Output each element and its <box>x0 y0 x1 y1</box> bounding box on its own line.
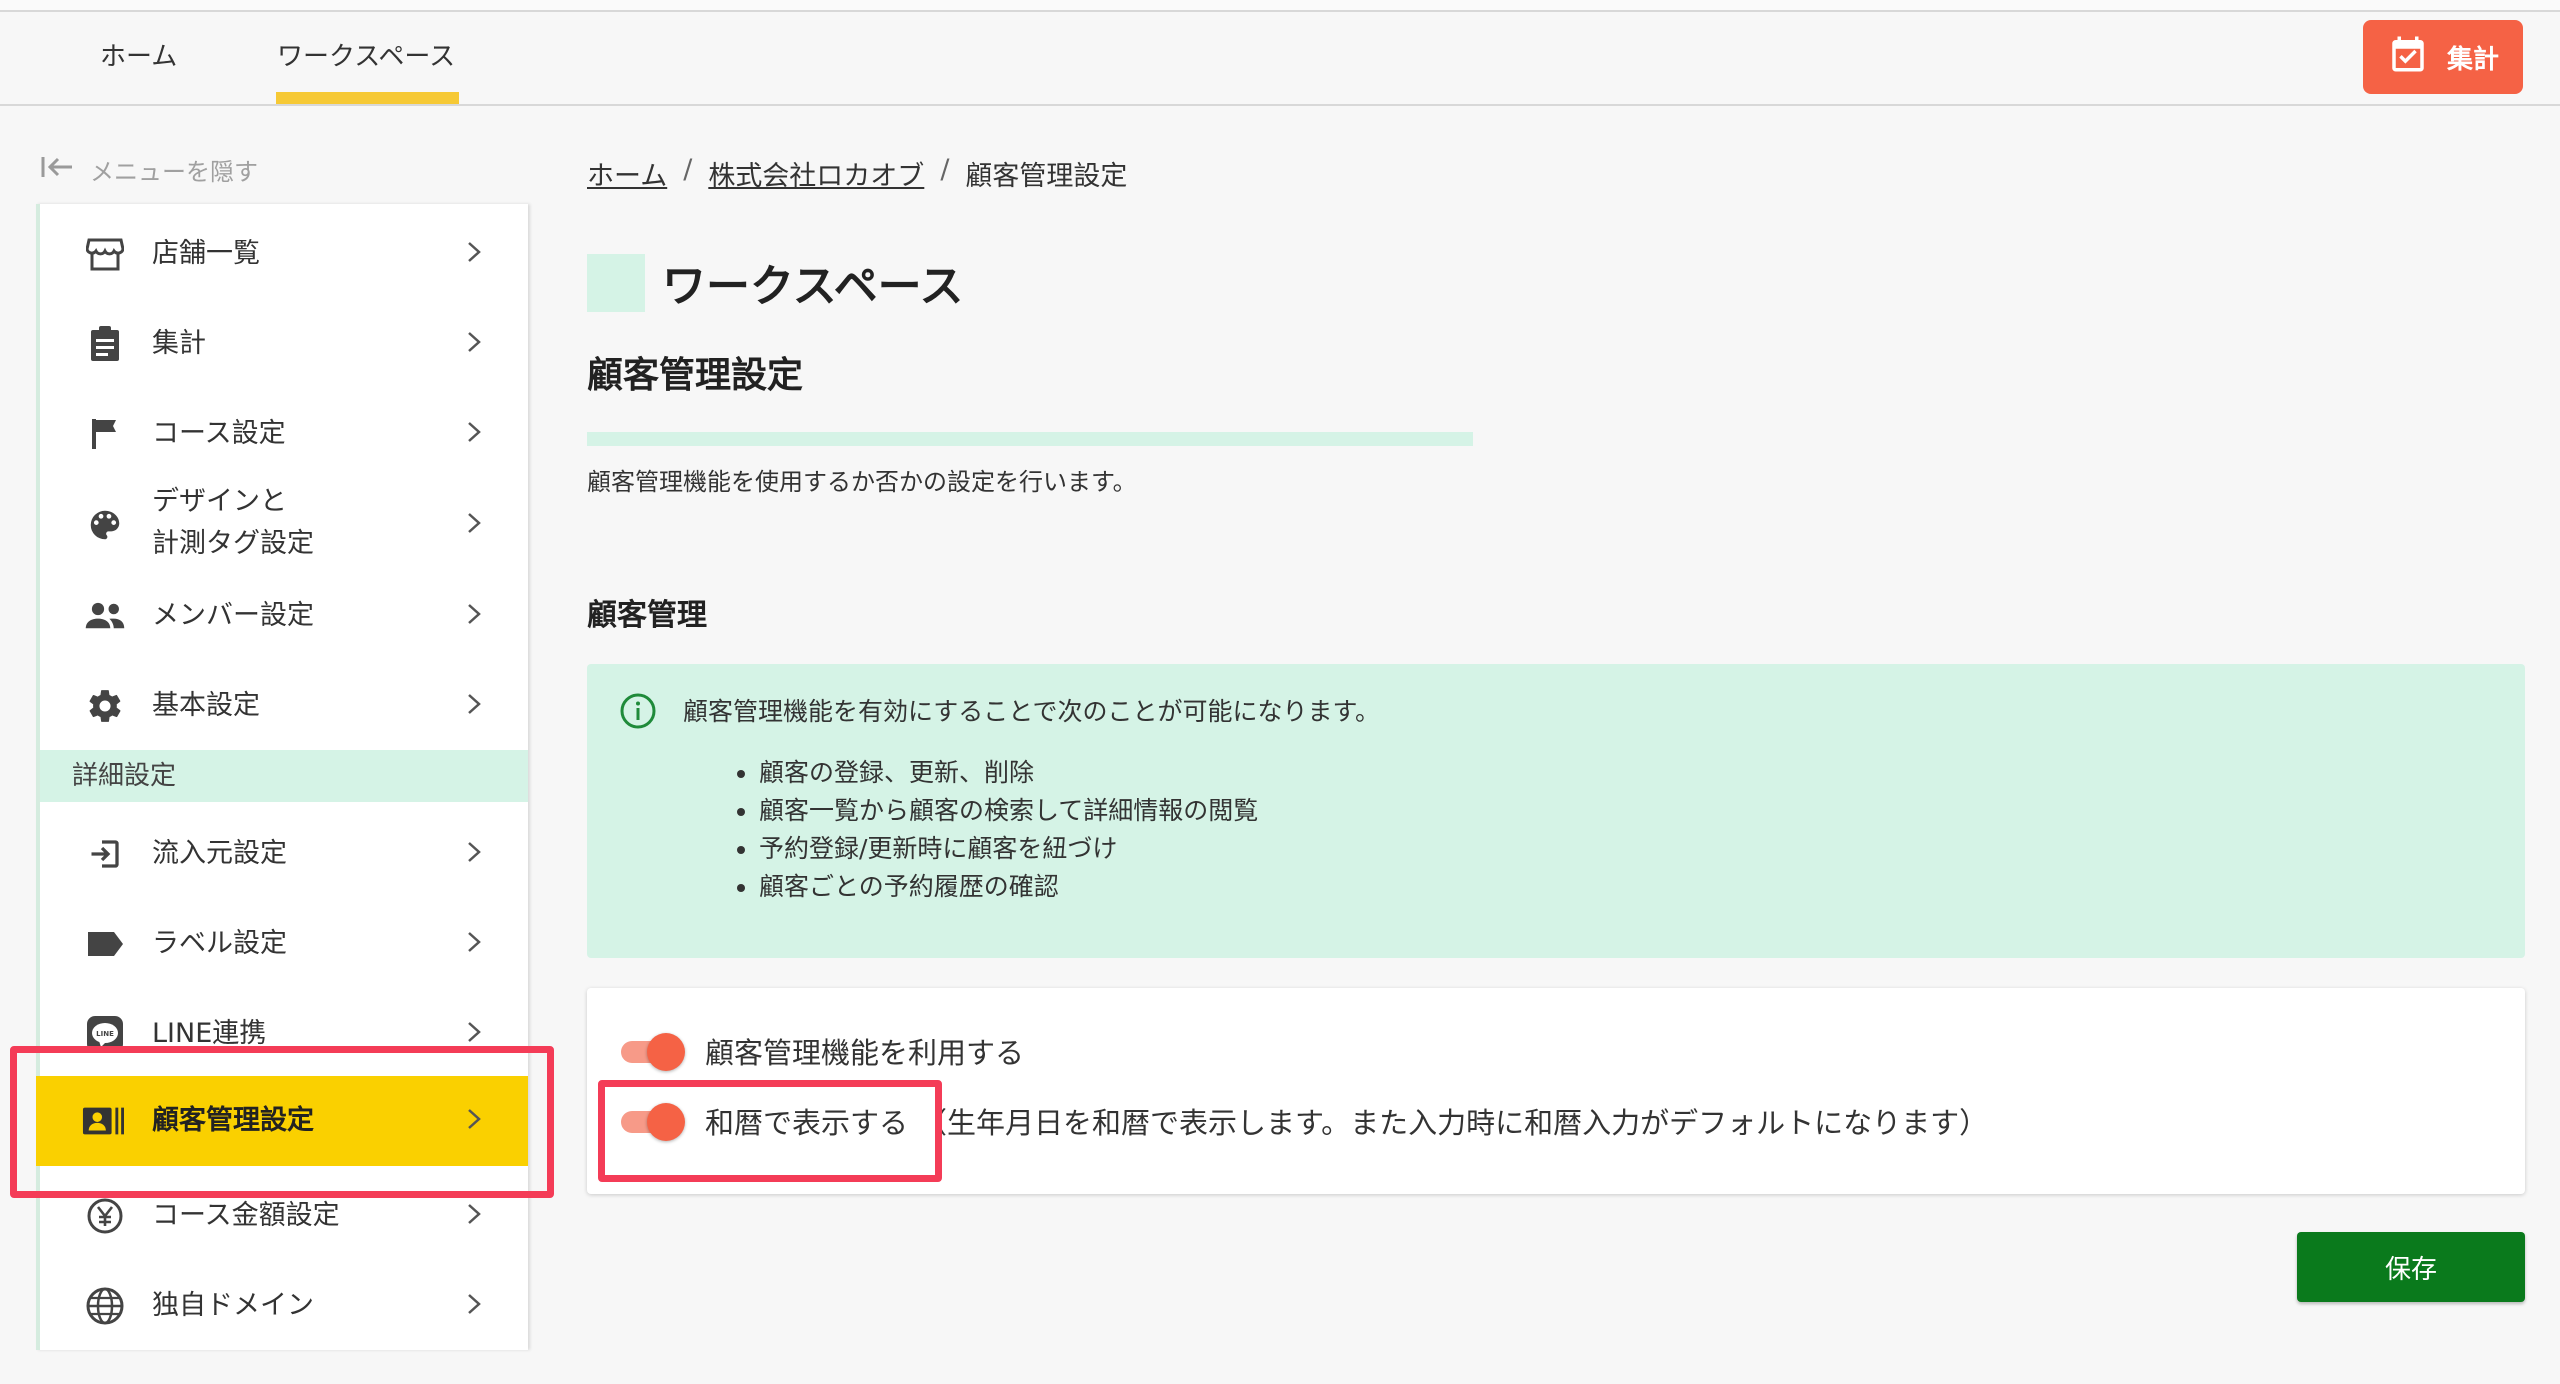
save-button[interactable]: 保存 <box>2297 1232 2525 1302</box>
workspace-color-square <box>587 254 645 312</box>
chevron-right-icon <box>466 1202 482 1230</box>
tab-workspace[interactable]: ワークスペース <box>277 36 455 73</box>
svg-text:LINE: LINE <box>96 1030 114 1038</box>
sidebar-item-label: 集計 <box>152 328 206 359</box>
chevron-right-icon <box>466 1292 482 1320</box>
list-item: 顧客一覧から顧客の検索して詳細情報の閲覧 <box>737 792 1258 830</box>
window-top-strip <box>0 0 2560 12</box>
chevron-right-icon <box>466 840 482 868</box>
top-navigation-bar: ホーム ワークスペース 集計 <box>0 0 2560 106</box>
sidebar-item-label-settings[interactable]: ラベル設定 <box>40 914 528 974</box>
chevron-right-icon <box>466 1020 482 1048</box>
globe-icon <box>84 1285 126 1327</box>
sidebar-item-label-line2: 計測タグ設定 <box>152 528 314 559</box>
sidebar-item-label: 流入元設定 <box>152 838 287 869</box>
customer-management-toggle[interactable] <box>617 1031 685 1071</box>
breadcrumb-separator: / <box>683 154 693 185</box>
sidebar-item-label: ラベル設定 <box>152 928 287 959</box>
breadcrumb: ホーム / 株式会社ロカオブ / 顧客管理設定 <box>587 154 1127 193</box>
sidebar-item-label: コース設定 <box>152 418 286 449</box>
tally-button-label: 集計 <box>2446 44 2499 75</box>
store-icon <box>84 233 126 275</box>
tab-home[interactable]: ホーム <box>100 36 177 73</box>
info-box: 顧客管理機能を有効にすることで次のことが可能になります。 顧客の登録、更新、削除… <box>587 664 2525 958</box>
chevron-right-icon <box>466 511 482 539</box>
gear-icon <box>84 685 126 727</box>
toggle-knob <box>647 1033 685 1071</box>
sidebar-item-tally[interactable]: 集計 <box>40 314 528 374</box>
sidebar-item-label-line1: デザインと <box>152 486 287 517</box>
sidebar-item-label: 基本設定 <box>152 690 260 721</box>
label-icon <box>84 923 126 965</box>
flag-icon <box>84 413 126 455</box>
yen-icon <box>84 1195 126 1237</box>
breadcrumb-link-company[interactable]: 株式会社ロカオブ <box>708 154 924 193</box>
page-title: 顧客管理設定 <box>587 355 804 396</box>
breadcrumb-link-home[interactable]: ホーム <box>587 154 667 193</box>
workspace-title: ワークスペース <box>662 261 964 312</box>
info-bullet-list: 顧客の登録、更新、削除 顧客一覧から顧客の検索して詳細情報の閲覧 予約登録/更新… <box>737 754 1258 906</box>
sidebar-section-detail-settings: 詳細設定 <box>40 750 528 802</box>
hide-menu-button[interactable]: メニューを隠す <box>40 152 258 187</box>
sidebar-item-member-settings[interactable]: メンバー設定 <box>40 586 528 646</box>
list-item: 予約登録/更新時に顧客を紐づけ <box>737 830 1258 868</box>
login-icon <box>84 833 126 875</box>
list-item: 顧客ごとの予約履歴の確認 <box>737 868 1258 906</box>
info-text: 顧客管理機能を有効にすることで次のことが可能になります。 <box>683 697 1381 726</box>
tally-button[interactable]: 集計 <box>2363 20 2523 94</box>
sidebar-item-basic-settings[interactable]: 基本設定 <box>40 676 528 736</box>
chevron-right-icon <box>466 602 482 630</box>
sidebar-item-design-tags[interactable]: デザインと 計測タグ設定 <box>40 480 528 570</box>
sidebar-item-label: 独自ドメイン <box>152 1290 314 1321</box>
toggle-label: 顧客管理機能を利用する <box>705 1036 1025 1070</box>
toggle-row-customer-management: 顧客管理機能を利用する <box>617 1030 1024 1072</box>
breadcrumb-current: 顧客管理設定 <box>965 161 1128 192</box>
chevron-right-icon <box>466 930 482 958</box>
breadcrumb-separator: / <box>940 154 950 185</box>
active-tab-indicator <box>276 92 459 104</box>
sidebar-item-course-settings[interactable]: コース設定 <box>40 404 528 464</box>
hide-menu-label: メニューを隠す <box>90 158 258 186</box>
sidebar-item-label: コース金額設定 <box>152 1200 340 1231</box>
chevron-right-icon <box>466 420 482 448</box>
chevron-right-icon <box>466 692 482 720</box>
info-icon <box>619 692 657 734</box>
chevron-right-icon <box>466 330 482 358</box>
clipboard-icon <box>84 323 126 365</box>
highlight-box-toggle <box>598 1080 942 1182</box>
sidebar-item-store-list[interactable]: 店舗一覧 <box>40 224 528 284</box>
title-underline-bar <box>587 432 1473 446</box>
sidebar-item-label: メンバー設定 <box>152 600 314 631</box>
sidebar-item-label: 店舗一覧 <box>152 238 260 269</box>
palette-icon <box>84 504 126 546</box>
section-title: 顧客管理 <box>587 598 707 633</box>
highlight-box-sidebar <box>10 1046 554 1198</box>
calendar-check-icon <box>2387 32 2429 83</box>
people-icon <box>84 595 126 637</box>
chevron-right-icon <box>466 240 482 268</box>
page-description: 顧客管理機能を使用するか否かの設定を行います。 <box>587 468 1137 496</box>
sidebar-item-custom-domain[interactable]: 独自ドメイン <box>40 1276 528 1336</box>
toggle-note: （生年月日を和暦で表示します。また入力時に和暦入力がデフォルトになります） <box>918 1106 1989 1140</box>
sidebar-item-referrer-settings[interactable]: 流入元設定 <box>40 824 528 884</box>
collapse-left-icon <box>40 154 74 186</box>
list-item: 顧客の登録、更新、削除 <box>737 754 1258 792</box>
